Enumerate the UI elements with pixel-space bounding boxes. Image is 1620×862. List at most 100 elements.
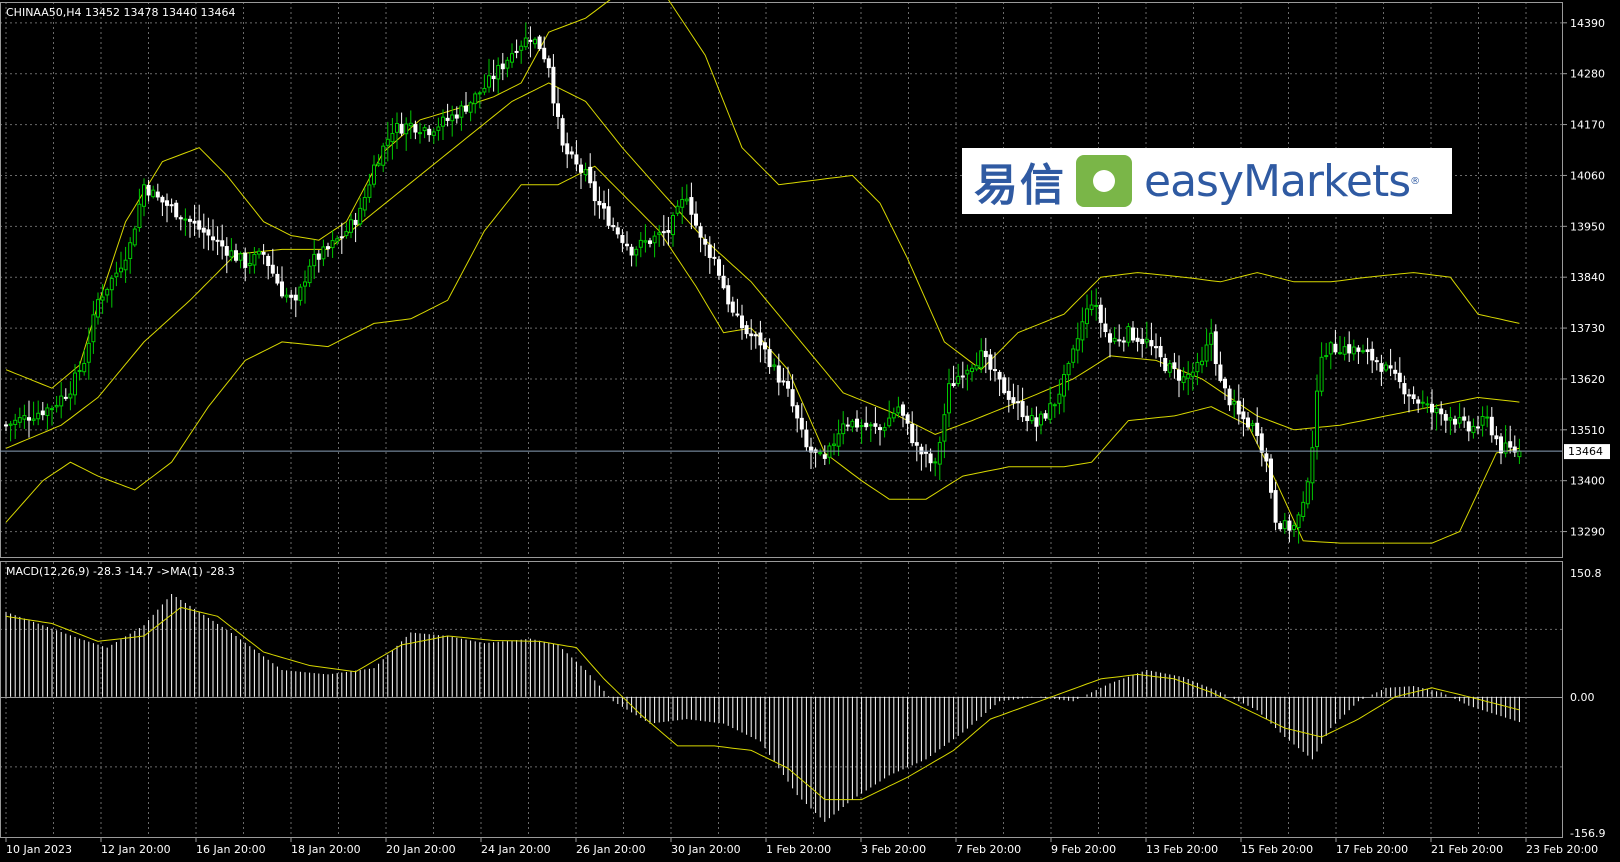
candle-body xyxy=(1434,408,1439,414)
candle-body xyxy=(142,184,146,207)
candle-body xyxy=(717,259,721,276)
candle-body xyxy=(1379,363,1384,372)
time-label: 23 Feb 20:00 xyxy=(1526,843,1598,856)
candle-body xyxy=(1448,417,1453,421)
candle-body xyxy=(1195,361,1200,373)
candle-body xyxy=(491,75,496,80)
candle-body xyxy=(1236,400,1241,415)
candle-body xyxy=(477,92,482,95)
candle-body xyxy=(188,218,192,222)
candle-body xyxy=(758,332,763,346)
candle-body xyxy=(790,389,795,407)
time-label: 7 Feb 20:00 xyxy=(956,843,1021,856)
candle-body xyxy=(974,365,979,370)
candle-body xyxy=(45,407,50,416)
candle-body xyxy=(1213,331,1218,365)
candle-body xyxy=(160,196,165,203)
candle-body xyxy=(326,246,330,250)
time-label: 20 Jan 20:00 xyxy=(386,843,456,856)
candle-body xyxy=(459,105,464,118)
candle-body xyxy=(1416,399,1421,404)
candle-body xyxy=(1062,373,1066,397)
candle-body xyxy=(1292,525,1296,530)
candle-body xyxy=(275,273,280,284)
candle-body xyxy=(257,250,261,255)
candle-body xyxy=(114,272,119,278)
candle-body xyxy=(740,315,744,329)
candle-body xyxy=(730,301,735,313)
candle-body xyxy=(767,349,772,368)
candle-body xyxy=(234,250,238,261)
candle-body xyxy=(82,362,87,373)
candle-body xyxy=(436,126,441,131)
candle-body xyxy=(1002,377,1007,394)
candle-body xyxy=(100,296,105,301)
candle-body xyxy=(979,350,984,369)
candle-body xyxy=(956,375,961,385)
candle-body xyxy=(648,240,652,244)
candle-body xyxy=(574,154,579,165)
candle-body xyxy=(298,286,303,301)
candle-body xyxy=(1443,413,1448,421)
candle-body xyxy=(620,234,625,243)
candle-body xyxy=(1269,458,1273,493)
candle-body xyxy=(694,213,698,226)
candle-body xyxy=(671,214,675,236)
candle-body xyxy=(1089,304,1094,310)
candle-body xyxy=(611,225,616,228)
logo-registered-mark: ® xyxy=(1410,175,1421,187)
candle-body xyxy=(1039,413,1043,426)
candle-body xyxy=(109,277,114,291)
candle-body xyxy=(1278,523,1283,530)
candle-body xyxy=(569,151,574,155)
candle-body xyxy=(220,240,225,247)
candle-body xyxy=(464,105,468,112)
candle-body xyxy=(1471,425,1476,434)
candle-body xyxy=(174,202,179,218)
candle-body xyxy=(1071,348,1076,363)
candle-body xyxy=(744,325,749,335)
candle-body xyxy=(993,369,997,372)
candle-body xyxy=(707,244,712,258)
candle-body xyxy=(537,36,542,50)
candle-body xyxy=(864,422,869,428)
candle-body xyxy=(1057,393,1062,404)
candle-body xyxy=(229,250,234,258)
candle-body xyxy=(606,206,611,226)
candle-body xyxy=(786,381,790,389)
candle-body xyxy=(1402,383,1407,395)
candle-body xyxy=(1117,339,1122,342)
candle-body xyxy=(689,197,694,215)
candle-body xyxy=(1218,364,1223,381)
candle-body xyxy=(666,230,671,233)
candle-body xyxy=(358,207,363,225)
candle-body xyxy=(395,123,399,133)
candle-body xyxy=(1144,338,1149,343)
candle-body xyxy=(901,404,905,416)
candle-body xyxy=(970,367,974,373)
candle-body xyxy=(1098,304,1103,323)
candle-body xyxy=(910,423,915,444)
price-chart[interactable]: 14390 14280 14170 14060 13950 13840 13730 13620… xyxy=(0,0,1620,862)
candle-body xyxy=(1255,422,1260,436)
candle-body xyxy=(763,342,767,350)
candle-body xyxy=(827,445,832,458)
candle-body xyxy=(887,417,892,427)
candle-body xyxy=(556,103,560,117)
candle-body xyxy=(349,219,353,233)
candle-body xyxy=(197,220,202,230)
candle-body xyxy=(1264,453,1269,462)
candle-body xyxy=(1439,408,1444,415)
candle-body xyxy=(390,132,395,143)
candle-body xyxy=(1485,416,1490,419)
price-label: 13730 xyxy=(1570,322,1605,335)
candle-body xyxy=(408,122,413,127)
candle-body xyxy=(1227,388,1232,406)
time-label: 18 Jan 20:00 xyxy=(291,843,361,856)
candle-body xyxy=(1246,417,1250,428)
candle-body xyxy=(261,251,266,255)
candle-body xyxy=(413,124,418,133)
candle-body xyxy=(427,128,432,136)
candle-body xyxy=(418,132,422,135)
candle-body xyxy=(1172,362,1177,370)
